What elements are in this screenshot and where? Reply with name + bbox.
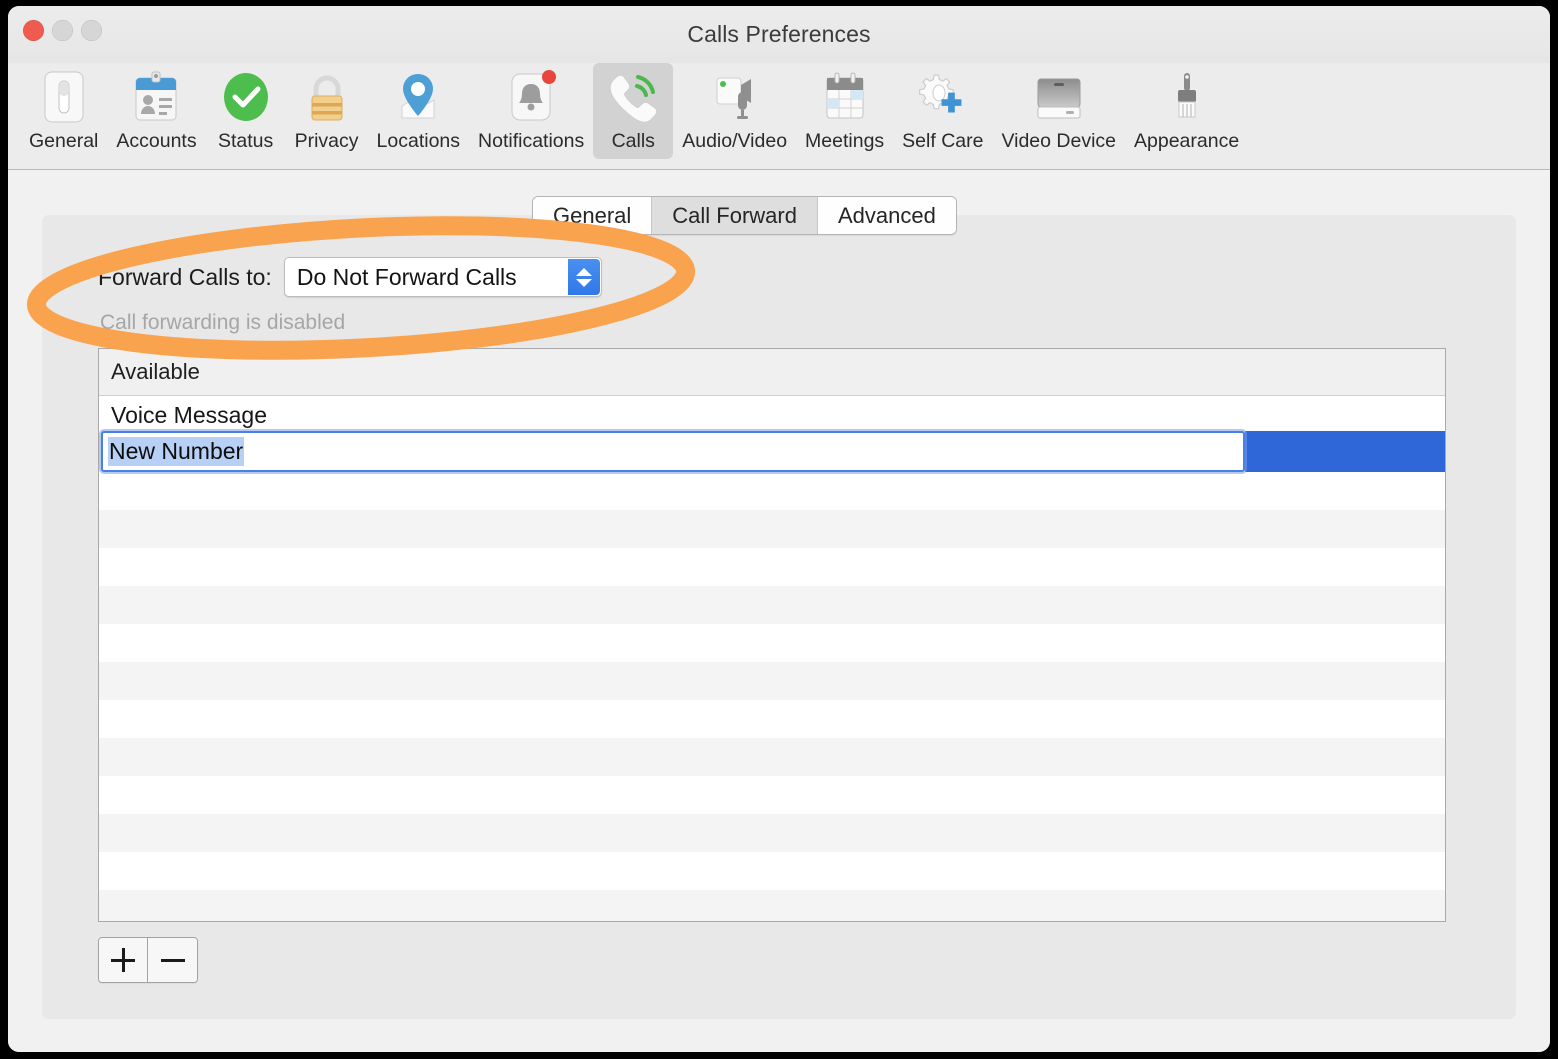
toolbar-item-notifications[interactable]: Notifications [469, 63, 593, 159]
chevron-up-icon [576, 268, 592, 276]
toolbar-label-self-care: Self Care [902, 130, 983, 153]
table-row[interactable]: Voice Message [99, 396, 1445, 434]
toolbar-label-video-device: Video Device [1001, 130, 1116, 153]
toolbar-item-audio-video[interactable]: Audio/Video [673, 63, 796, 159]
call-forward-panel: Forward Calls to: Do Not Forward Calls C… [42, 215, 1516, 1019]
table-row-empty[interactable] [99, 700, 1445, 738]
video-device-icon [1028, 66, 1090, 128]
toolbar-label-audio-video: Audio/Video [682, 130, 787, 153]
table-row-empty[interactable] [99, 852, 1445, 890]
toolbar-label-calls: Calls [612, 130, 655, 153]
toolbar-item-general[interactable]: General [20, 63, 107, 159]
call-forward-status-hint: Call forwarding is disabled [100, 311, 345, 335]
popup-stepper-icon[interactable] [568, 259, 600, 295]
window-title: Calls Preferences [8, 21, 1550, 48]
chevron-down-icon [576, 279, 592, 287]
table-row-label: Voice Message [111, 402, 267, 429]
audio-video-icon [704, 66, 766, 128]
toolbar-item-video-device[interactable]: Video Device [992, 63, 1125, 159]
preferences-toolbar: General [8, 63, 1550, 170]
table-header: Available [99, 349, 1445, 396]
table-row-editing[interactable]: New Number [99, 434, 1445, 472]
toolbar-label-status: Status [218, 130, 273, 153]
call-settings-tabbar: General Call Forward Advanced [532, 196, 957, 235]
add-remove-button-group [98, 937, 198, 983]
locations-icon [387, 66, 449, 128]
forward-calls-popup-button[interactable]: Do Not Forward Calls [284, 257, 602, 297]
toolbar-item-accounts[interactable]: Accounts [107, 63, 205, 159]
minus-icon [161, 948, 185, 972]
add-number-button[interactable] [99, 938, 148, 982]
preferences-content: Forward Calls to: Do Not Forward Calls C… [8, 170, 1550, 1052]
forward-calls-label: Forward Calls to: [98, 264, 272, 291]
remove-number-button[interactable] [148, 938, 197, 982]
tab-general[interactable]: General [533, 197, 652, 234]
window-titlebar: Calls Preferences [8, 6, 1550, 63]
toolbar-label-appearance: Appearance [1134, 130, 1239, 153]
toolbar-label-locations: Locations [377, 130, 460, 153]
table-row-empty[interactable] [99, 548, 1445, 586]
table-row-empty[interactable] [99, 510, 1445, 548]
screenshot-root: Calls Preferences General [0, 0, 1558, 1059]
toolbar-item-calls[interactable]: Calls [593, 63, 673, 159]
table-row-empty[interactable] [99, 738, 1445, 776]
table-row-empty[interactable] [99, 662, 1445, 700]
calls-icon [602, 66, 664, 128]
table-row-empty[interactable] [99, 890, 1445, 922]
tab-call-forward[interactable]: Call Forward [652, 197, 818, 234]
table-row-empty[interactable] [99, 586, 1445, 624]
available-destinations-table: Available Voice Message New Number [98, 348, 1446, 922]
privacy-icon [296, 66, 358, 128]
status-icon [215, 66, 277, 128]
calls-preferences-window: Calls Preferences General [8, 6, 1550, 1052]
plus-icon [111, 948, 135, 972]
appearance-icon [1156, 66, 1218, 128]
toolbar-label-meetings: Meetings [805, 130, 884, 153]
toolbar-item-appearance[interactable]: Appearance [1125, 63, 1248, 159]
new-number-input-value: New Number [108, 437, 244, 466]
accounts-icon [125, 66, 187, 128]
toolbar-item-meetings[interactable]: Meetings [796, 63, 893, 159]
table-row-empty[interactable] [99, 472, 1445, 510]
table-row-empty[interactable] [99, 624, 1445, 662]
new-number-input[interactable]: New Number [101, 431, 1245, 472]
meetings-icon [814, 66, 876, 128]
table-row-empty[interactable] [99, 776, 1445, 814]
toolbar-label-general: General [29, 130, 98, 153]
toolbar-item-status[interactable]: Status [206, 63, 286, 159]
forward-calls-row: Forward Calls to: Do Not Forward Calls [98, 257, 602, 297]
toolbar-label-notifications: Notifications [478, 130, 584, 153]
toolbar-item-locations[interactable]: Locations [368, 63, 469, 159]
forward-calls-value: Do Not Forward Calls [297, 264, 517, 291]
column-header-available: Available [111, 359, 200, 385]
table-rows: Voice Message New Number [99, 396, 1445, 922]
toolbar-label-accounts: Accounts [116, 130, 196, 153]
toolbar-item-privacy[interactable]: Privacy [286, 63, 368, 159]
tab-advanced[interactable]: Advanced [818, 197, 956, 234]
row-selection-fill [1245, 431, 1445, 472]
toolbar-label-privacy: Privacy [295, 130, 359, 153]
self-care-icon [912, 66, 974, 128]
notifications-icon [500, 66, 562, 128]
table-row-empty[interactable] [99, 814, 1445, 852]
toolbar-item-self-care[interactable]: Self Care [893, 63, 992, 159]
general-icon [33, 66, 95, 128]
